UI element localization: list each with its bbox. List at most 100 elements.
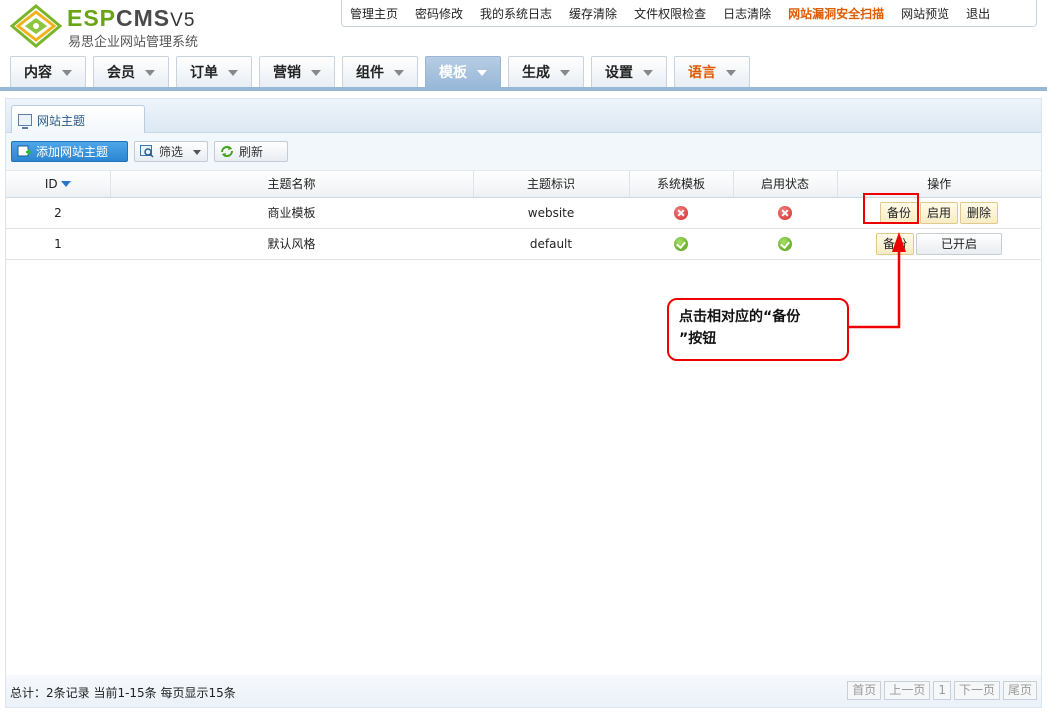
topnav-permission-check[interactable]: 文件权限检查: [634, 5, 706, 22]
chevron-down-icon: [311, 70, 321, 76]
refresh-icon: [221, 146, 233, 157]
topnav-change-password[interactable]: 密码修改: [415, 5, 463, 22]
espcms-logo: ESPCMSV5 易思企业网站管理系统: [10, 4, 220, 50]
tab-label: 内容: [24, 65, 52, 81]
tab-templates[interactable]: 模板: [425, 56, 501, 87]
logo-subtitle: 易思企业网站管理系统: [68, 35, 199, 50]
tab-label: 订单: [190, 65, 218, 81]
nav-divider: [0, 87, 1047, 91]
logo-brand: ESPCMSV5: [67, 6, 195, 33]
record-summary: 总计：2条记录 当前1-15条 每页显示15条: [10, 686, 236, 700]
enable-button[interactable]: 启用: [919, 201, 958, 224]
tab-components[interactable]: 组件: [342, 56, 418, 87]
cell-system-template: [629, 197, 733, 229]
logo-brand-part-b: CMS: [116, 5, 171, 31]
tab-content[interactable]: 内容: [10, 56, 86, 87]
tab-language[interactable]: 语言: [674, 56, 750, 87]
cell-actions: 备份 已开启: [837, 228, 1041, 260]
cell-id: 2: [6, 197, 110, 229]
cell-theme-name: 商业模板: [110, 197, 473, 229]
logo-brand-part-a: ESP: [67, 5, 117, 31]
logo-version: V5: [170, 10, 196, 31]
delete-button[interactable]: 删除: [960, 201, 999, 224]
topnav-logout[interactable]: 退出: [966, 5, 990, 22]
cell-theme-name: 默认风格: [110, 228, 473, 260]
col-enabled-status: 启用状态: [733, 171, 838, 198]
pager-next[interactable]: 下一页: [953, 681, 1000, 700]
topnav-my-log[interactable]: 我的系统日志: [480, 5, 552, 22]
cell-enabled-status: [733, 228, 837, 260]
col-id-label: ID: [44, 176, 58, 191]
cell-theme-ident: website: [473, 197, 629, 229]
col-id[interactable]: ID: [6, 171, 111, 198]
chevron-down-icon: [193, 150, 201, 155]
toolbar: 添加网站主题 筛选 刷新: [6, 133, 1041, 171]
theme-panel: 网站主题 添加网站主题 筛选 刷新 ID 主题名称 主题标识 系统模板 启用状态…: [5, 98, 1042, 708]
pager-last[interactable]: 尾页: [1002, 681, 1037, 700]
cell-system-template: [629, 228, 733, 260]
tab-label: 生成: [522, 65, 550, 81]
tab-marketing[interactable]: 营销: [259, 56, 335, 87]
topnav-clear-cache[interactable]: 缓存清除: [569, 5, 617, 22]
panel-tab-label: 网站主题: [37, 113, 86, 128]
tab-label: 语言: [688, 65, 716, 81]
add-icon: [17, 145, 31, 157]
cell-theme-ident: default: [473, 228, 629, 260]
tab-label: 模板: [439, 65, 467, 81]
add-theme-label: 添加网站主题: [36, 145, 109, 159]
cell-enabled-status: [733, 197, 837, 229]
topnav-security-scan[interactable]: 网站漏洞安全扫描: [788, 5, 884, 22]
chevron-down-icon: [145, 70, 155, 76]
callout-line-1: 点击相对应的“备份: [679, 309, 801, 325]
cross-status-icon: [674, 205, 688, 220]
tab-orders[interactable]: 订单: [176, 56, 252, 87]
monitor-icon: [18, 114, 32, 129]
add-theme-button[interactable]: 添加网站主题: [11, 141, 128, 162]
tab-label: 组件: [356, 65, 384, 81]
tab-label: 会员: [107, 65, 135, 81]
callout-line-2: ”按钮: [679, 331, 717, 347]
cell-id: 1: [6, 228, 110, 260]
pager-prev[interactable]: 上一页: [884, 681, 931, 700]
col-system-template: 系统模板: [629, 171, 734, 198]
topnav-site-preview[interactable]: 网站预览: [901, 5, 949, 22]
chevron-down-icon: [394, 70, 404, 76]
refresh-button[interactable]: 刷新: [214, 141, 288, 162]
pager-page-1[interactable]: 1: [933, 681, 951, 700]
chevron-down-icon: [726, 70, 736, 76]
sort-desc-icon: [60, 180, 71, 187]
tab-label: 营销: [273, 65, 301, 81]
main-nav: 内容 会员 订单 营销 组件 模板 生成 设置 语言: [10, 56, 757, 87]
check-status-icon: [778, 236, 792, 251]
tab-settings[interactable]: 设置: [591, 56, 667, 87]
tab-label: 设置: [605, 65, 633, 81]
enabled-indicator-button: 已开启: [916, 232, 1002, 255]
table-row: 1 默认风格 default 备份 已开启: [6, 228, 1041, 260]
logo-mark-icon: [10, 4, 62, 48]
panel-header: 网站主题: [6, 99, 1041, 134]
cross-status-icon: [778, 205, 792, 220]
topnav-clear-log[interactable]: 日志清除: [723, 5, 771, 22]
check-status-icon: [674, 236, 688, 251]
tab-members[interactable]: 会员: [93, 56, 169, 87]
pager-first[interactable]: 首页: [847, 681, 882, 700]
filter-button[interactable]: 筛选: [134, 141, 208, 162]
col-theme-name: 主题名称: [110, 171, 474, 198]
top-nav: 管理主页 密码修改 我的系统日志 缓存清除 文件权限检查 日志清除 网站漏洞安全…: [341, 0, 1037, 27]
backup-highlight-box: [863, 193, 919, 224]
panel-tab-site-themes[interactable]: 网站主题: [11, 105, 145, 134]
chevron-down-icon: [477, 70, 487, 76]
filter-icon: [140, 145, 154, 158]
table-footer: 总计：2条记录 当前1-15条 每页显示15条 首页 上一页 1 下一页 尾页: [6, 675, 1041, 707]
chevron-down-icon: [560, 70, 570, 76]
topnav-home[interactable]: 管理主页: [350, 5, 398, 22]
tab-generate[interactable]: 生成: [508, 56, 584, 87]
col-theme-ident: 主题标识: [473, 171, 630, 198]
chevron-down-icon: [62, 70, 72, 76]
refresh-label: 刷新: [239, 145, 264, 159]
backup-button[interactable]: 备份: [875, 232, 914, 255]
chevron-down-icon: [228, 70, 238, 76]
chevron-down-icon: [643, 70, 653, 76]
instruction-callout: 点击相对应的“备份 ”按钮: [667, 298, 849, 361]
pagination: 首页 上一页 1 下一页 尾页: [844, 681, 1037, 700]
